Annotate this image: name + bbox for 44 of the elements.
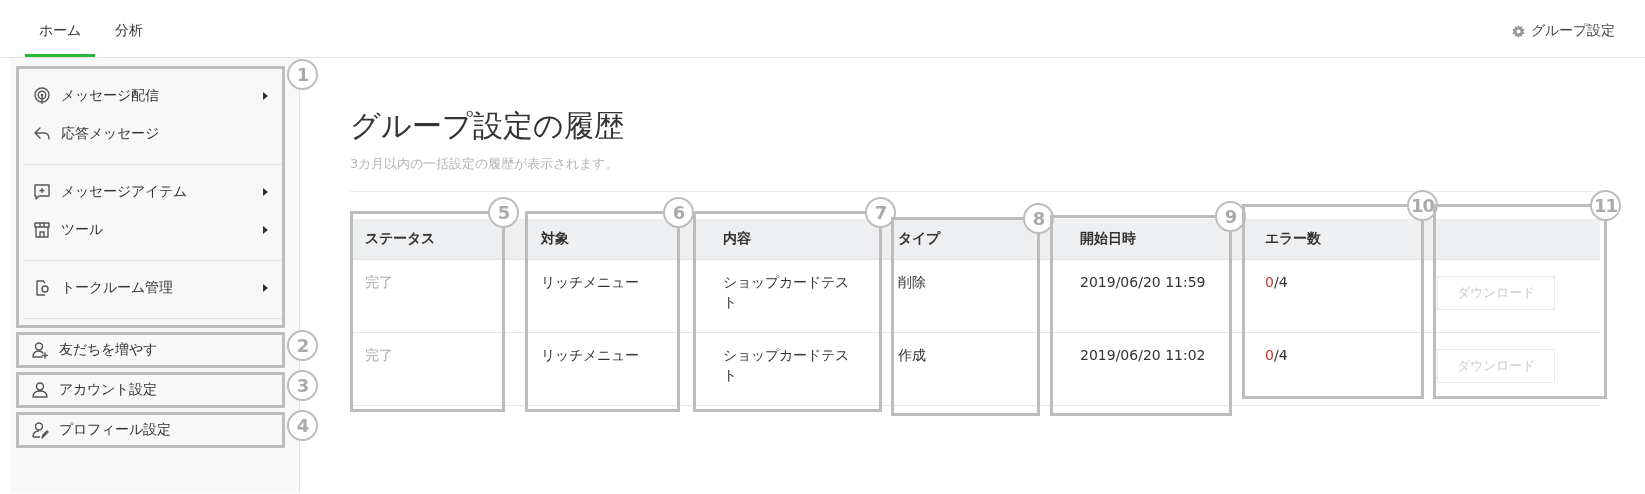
date-text: 2019/06/20 11:02 [1080,347,1206,363]
type-text: 作成 [898,347,926,363]
callout-number: 3 [287,370,318,401]
callout-number: 1 [287,59,318,90]
callout-number: 5 [488,197,519,228]
column-header: 内容 [723,230,751,246]
target-text: リッチメニュー [541,274,639,290]
callout-number: 11 [1590,190,1621,221]
callout-number: 2 [287,330,318,361]
sidebar-link[interactable]: 友だちを増やす [16,332,285,368]
date-text: 2019/06/20 11:59 [1080,274,1206,290]
column-header: 対象 [541,230,569,246]
menu-item[interactable]: トークルーム管理 [23,269,282,307]
content-text: ショップカードテスト [723,274,849,310]
nav-tab[interactable]: 分析 [101,22,157,57]
broadcast-icon [33,87,51,105]
group-settings-link[interactable]: グループ設定 [1512,22,1645,57]
page-title: グループ設定の履歴 [350,107,625,145]
column-header: エラー数 [1265,230,1321,246]
plus-message-icon [33,183,51,201]
status-text: 完了 [365,347,393,363]
target-text: リッチメニュー [541,347,639,363]
person-pen-icon [31,421,49,439]
menu-item[interactable]: ツール [23,211,282,249]
sidebar-link[interactable]: プロフィール設定 [16,412,285,448]
type-text: 削除 [898,274,926,290]
callout-number: 4 [287,410,318,441]
menu-item[interactable]: 応答メッセージ [23,115,282,153]
store-icon [33,221,51,239]
person-plus-icon [31,341,49,359]
person-icon [31,381,49,399]
error-count-text: 0/4 [1265,274,1288,290]
column-header: タイプ [898,230,940,246]
menu-item[interactable]: メッセージ配信 [23,77,282,115]
menu-item[interactable]: メッセージアイテム [23,173,282,211]
column-header: ステータス [365,230,435,246]
content-text: ショップカードテスト [723,347,849,383]
reply-icon [33,125,51,143]
column-header: 開始日時 [1080,230,1136,246]
status-text: 完了 [365,274,393,290]
gear-icon [1512,24,1525,38]
sidebar-link[interactable]: アカウント設定 [16,372,285,408]
phone-chat-icon [33,279,51,297]
error-count-text: 0/4 [1265,347,1288,363]
